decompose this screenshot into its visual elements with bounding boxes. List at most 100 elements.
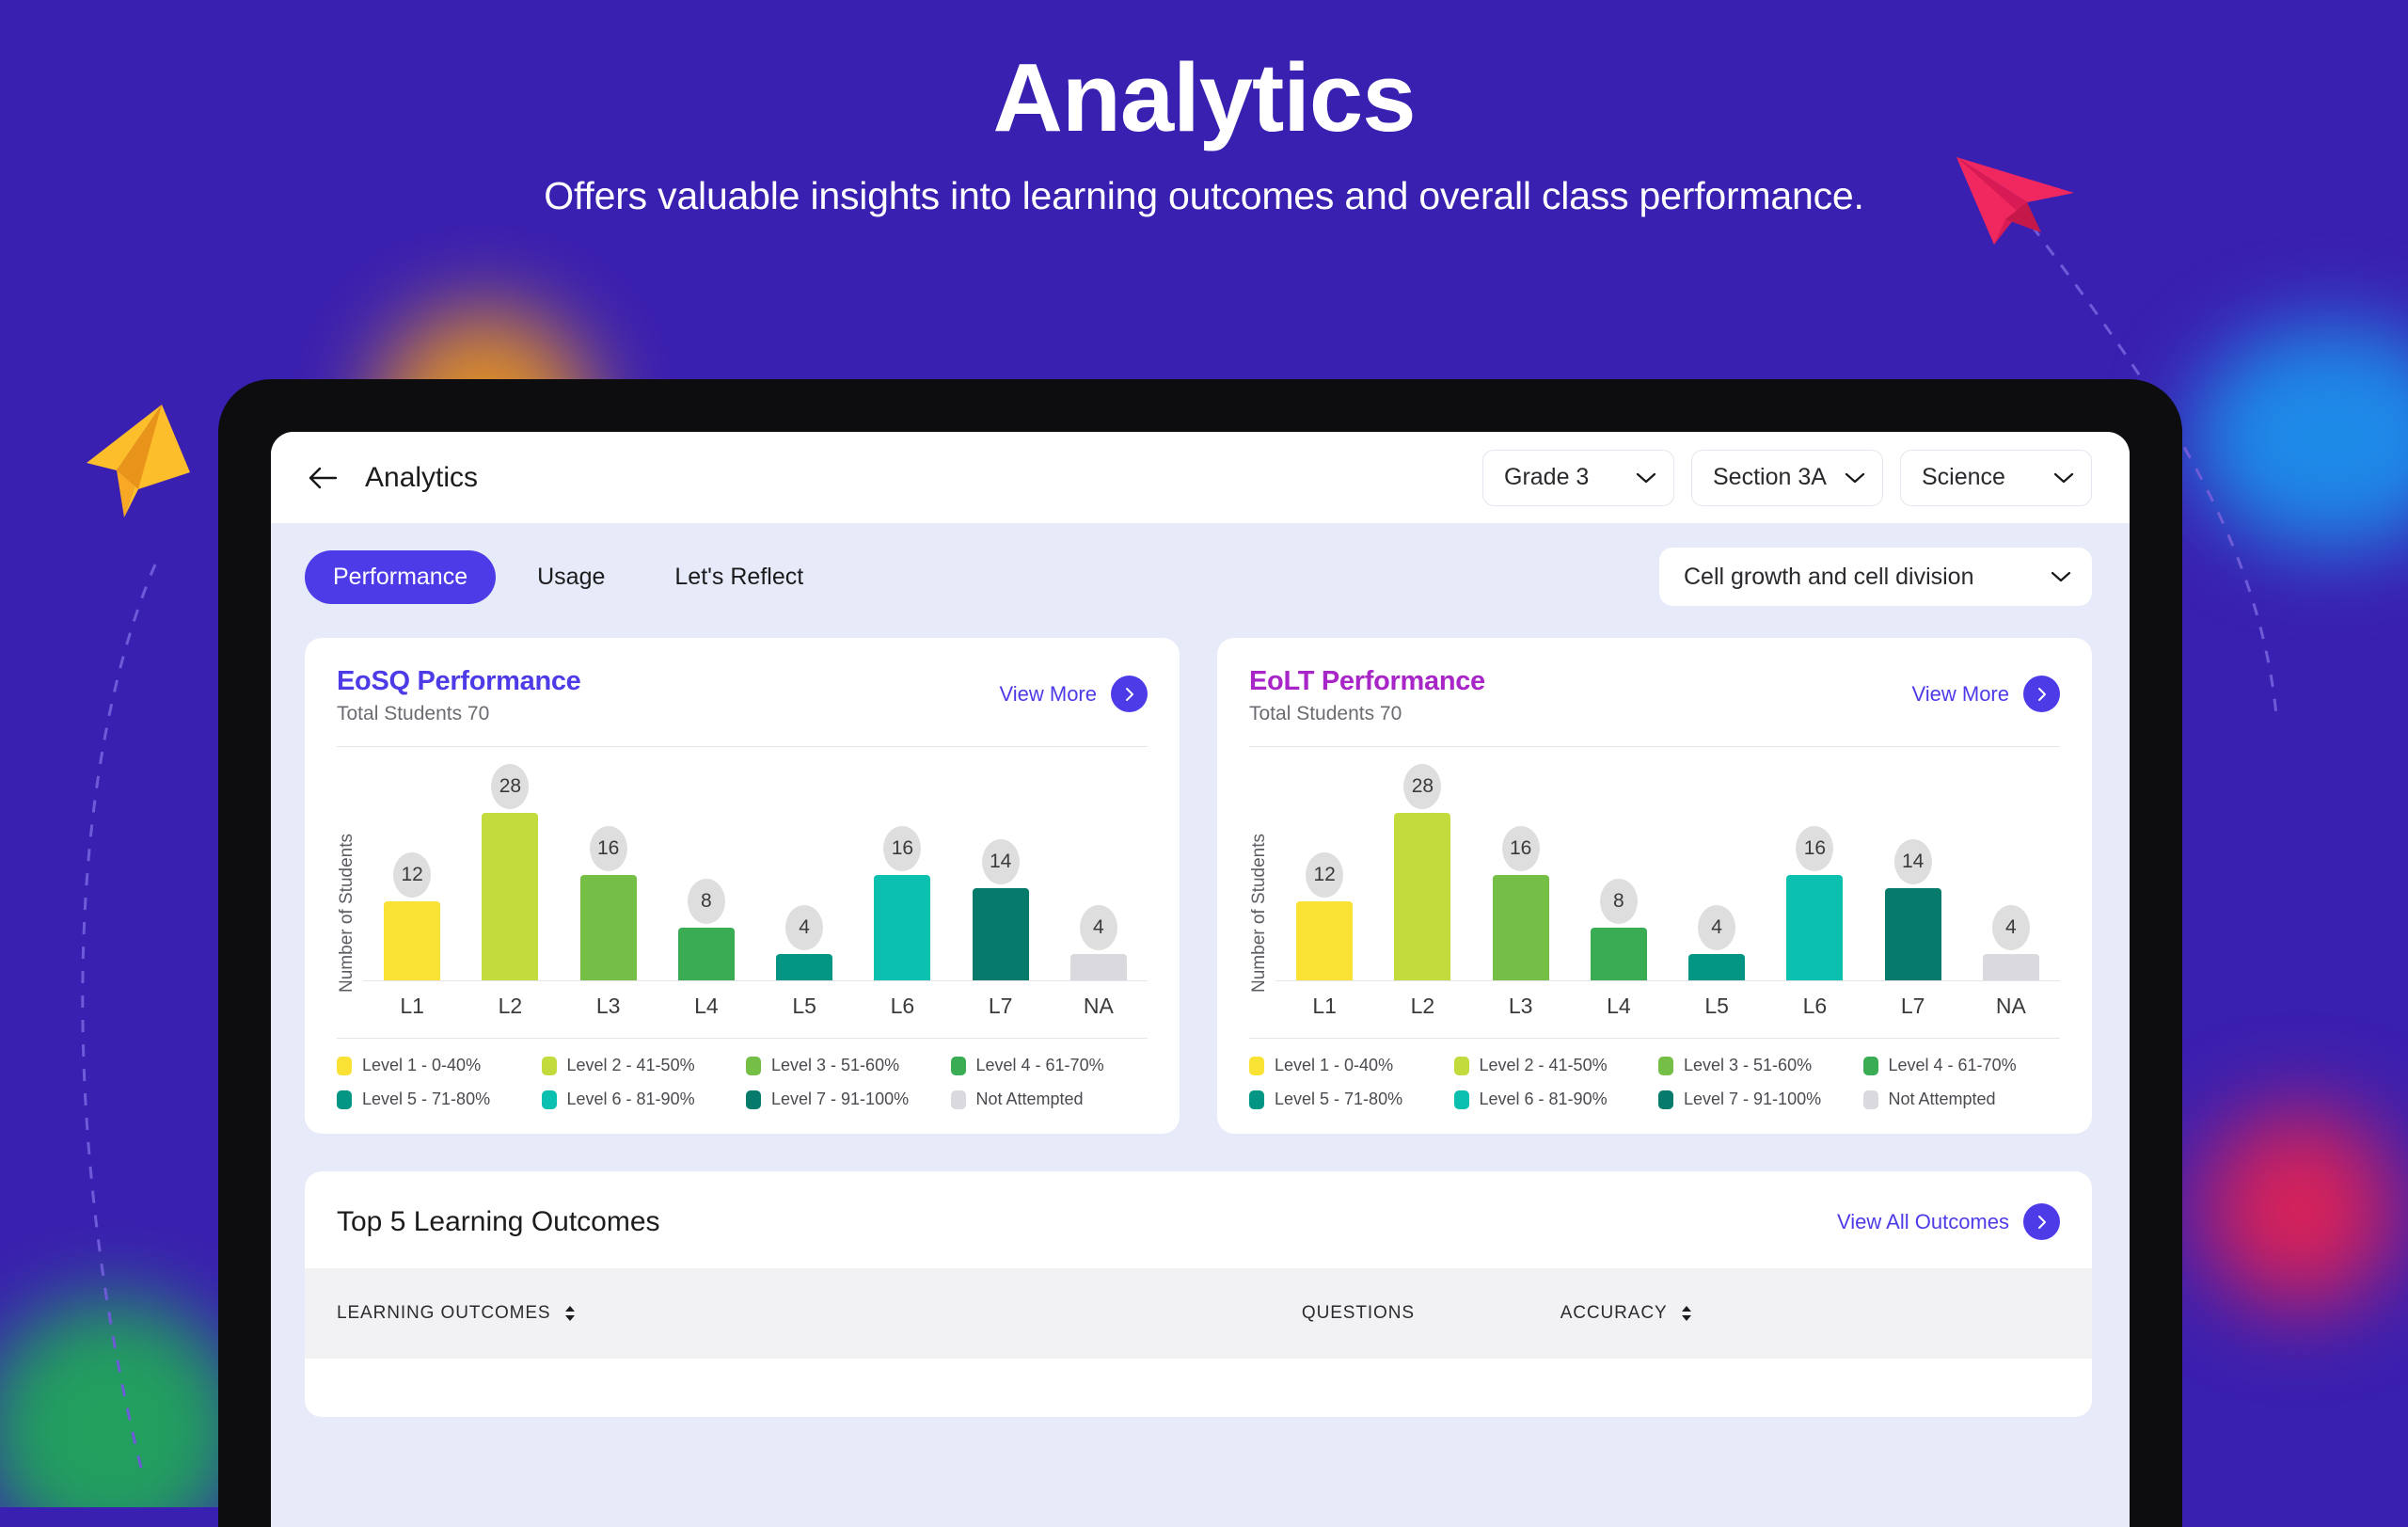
- legend-item: Level 1 - 0-40%: [1249, 1056, 1447, 1075]
- bar[interactable]: [579, 875, 637, 980]
- column-accuracy[interactable]: ACCURACY: [1560, 1303, 1905, 1324]
- bar-value-bubble: 28: [1403, 764, 1442, 809]
- legend-item: Level 1 - 0-40%: [337, 1056, 534, 1075]
- bar[interactable]: [1492, 875, 1549, 980]
- bar[interactable]: [1982, 954, 2039, 980]
- chevron-down-icon: [2051, 571, 2071, 582]
- chapter-select[interactable]: Cell growth and cell division: [1659, 548, 2092, 606]
- section-select[interactable]: Section 3A: [1691, 449, 1883, 506]
- legend-swatch: [1453, 1090, 1469, 1109]
- legend-label: Not Attempted: [975, 1090, 1084, 1108]
- x-axis-tick: L6: [1802, 994, 1828, 1018]
- bar-column[interactable]: 8: [661, 764, 752, 980]
- bar[interactable]: [677, 928, 735, 980]
- section-select-value: Section 3A: [1713, 464, 1827, 490]
- legend-item: Not Attempted: [950, 1090, 1149, 1109]
- column-questions-label: QUESTIONS: [1301, 1303, 1415, 1323]
- bar[interactable]: [1296, 901, 1354, 980]
- bar-column[interactable]: 28: [465, 764, 555, 980]
- bar[interactable]: [972, 888, 1029, 980]
- bar-column[interactable]: 4: [1671, 764, 1762, 980]
- legend-label: Level 1 - 0-40%: [1275, 1056, 1394, 1074]
- bar-column[interactable]: 28: [1377, 764, 1467, 980]
- bar-column[interactable]: 16: [857, 764, 947, 980]
- x-axis-tick: L3: [595, 994, 621, 1018]
- legend-label: Level 6 - 81-90%: [1479, 1090, 1608, 1108]
- bar-column[interactable]: 4: [1966, 764, 2056, 980]
- bar-value-bubble: 16: [589, 826, 627, 871]
- sort-icon[interactable]: [562, 1303, 578, 1324]
- chevron-down-icon: [2053, 472, 2074, 483]
- bar-column[interactable]: 8: [1574, 764, 1664, 980]
- legend-label: Level 7 - 91-100%: [771, 1090, 910, 1108]
- bar-column[interactable]: 4: [759, 764, 849, 980]
- bar-column[interactable]: 16: [1769, 764, 1860, 980]
- chevron-down-icon: [1845, 472, 1865, 483]
- bar[interactable]: [776, 954, 833, 980]
- app-body: Performance Usage Let's Reflect Cell gro…: [271, 523, 2130, 1527]
- legend-item: Level 7 - 91-100%: [746, 1090, 943, 1109]
- bar-column[interactable]: 16: [563, 764, 654, 980]
- tab-lets-reflect[interactable]: Let's Reflect: [646, 550, 832, 604]
- grade-select[interactable]: Grade 3: [1482, 449, 1674, 506]
- legend-label: Level 6 - 81-90%: [566, 1090, 695, 1108]
- bar[interactable]: [1590, 928, 1647, 980]
- app-header: Analytics Grade 3 Section 3A Science: [271, 432, 2130, 523]
- x-axis-tick: L2: [498, 994, 523, 1018]
- eosq-bars: 12 28 16 8 4 16 14 4: [363, 764, 1148, 980]
- bar[interactable]: [1394, 813, 1451, 980]
- paper-plane-yellow-icon: [87, 405, 190, 517]
- tablet-screen: Analytics Grade 3 Section 3A Science Per…: [271, 432, 2130, 1527]
- legend-label: Level 1 - 0-40%: [362, 1056, 482, 1074]
- x-axis-tick: L4: [694, 994, 719, 1018]
- bar-column[interactable]: 14: [1868, 764, 1958, 980]
- legend-swatch: [746, 1090, 761, 1109]
- subject-select[interactable]: Science: [1900, 449, 2092, 506]
- x-axis-tick: L5: [792, 994, 816, 1018]
- eolt-bars: 12 28 16 8 4 16 14 4: [1275, 764, 2060, 980]
- bar[interactable]: [874, 875, 931, 980]
- bar[interactable]: [1069, 954, 1127, 980]
- legend-swatch: [1862, 1090, 1878, 1109]
- bar[interactable]: [1884, 888, 1941, 980]
- bar-value-bubble: 16: [883, 826, 922, 871]
- subject-select-value: Science: [1922, 464, 2005, 490]
- bar-column[interactable]: 16: [1476, 764, 1566, 980]
- bar-column[interactable]: 12: [367, 764, 457, 980]
- legend-swatch: [337, 1090, 352, 1109]
- tab-performance[interactable]: Performance: [305, 549, 497, 604]
- x-axis-tick: NA: [1083, 994, 1114, 1018]
- legend-label: Not Attempted: [1888, 1090, 1996, 1108]
- eolt-legend: Level 1 - 0-40% Level 2 - 41-50% Level 3 -…: [1249, 1038, 2060, 1109]
- column-questions: QUESTIONS: [1302, 1303, 1560, 1324]
- bar[interactable]: [384, 901, 441, 980]
- legend-item: Level 7 - 91-100%: [1658, 1090, 1856, 1109]
- chevron-down-icon: [1636, 472, 1656, 483]
- column-learning-outcomes[interactable]: LEARNING OUTCOMES: [337, 1303, 1302, 1324]
- eolt-view-more-button[interactable]: View More: [1911, 666, 2060, 712]
- performance-cards: EoSQ Performance Total Students 70 View …: [305, 638, 2092, 1134]
- hero-section: Analytics Offers valuable insights into …: [0, 45, 2408, 218]
- eolt-y-axis-label: Number of Students: [1249, 834, 1269, 993]
- bar-value-bubble: 28: [491, 764, 530, 809]
- x-axis-tick: L1: [400, 994, 424, 1018]
- legend-label: Level 4 - 61-70%: [1888, 1056, 2017, 1074]
- eolt-plot-area: 12 28 16 8 4 16 14 4 L1 L2 L3 L4 L5 L6 L7 NA: [1275, 764, 2060, 1019]
- bar[interactable]: [1688, 954, 1746, 980]
- bar-column[interactable]: 4: [1054, 764, 1144, 980]
- back-button[interactable]: [301, 456, 344, 500]
- legend-item: Level 2 - 41-50%: [1453, 1056, 1652, 1075]
- view-all-outcomes-button[interactable]: View All Outcomes: [1837, 1203, 2060, 1240]
- eosq-total-students: Total Students 70: [337, 703, 490, 724]
- x-axis-tick: L6: [890, 994, 915, 1018]
- bar-value-bubble: 8: [1599, 879, 1638, 924]
- eosq-view-more-button[interactable]: View More: [999, 666, 1148, 712]
- sort-icon[interactable]: [1679, 1303, 1694, 1324]
- bar[interactable]: [1786, 875, 1844, 980]
- bar-column[interactable]: 12: [1279, 764, 1370, 980]
- bar[interactable]: [482, 813, 539, 980]
- outcomes-title: Top 5 Learning Outcomes: [337, 1205, 660, 1237]
- tab-usage[interactable]: Usage: [509, 550, 633, 604]
- bar-column[interactable]: 14: [956, 764, 1046, 980]
- legend-item: Not Attempted: [1862, 1090, 2061, 1109]
